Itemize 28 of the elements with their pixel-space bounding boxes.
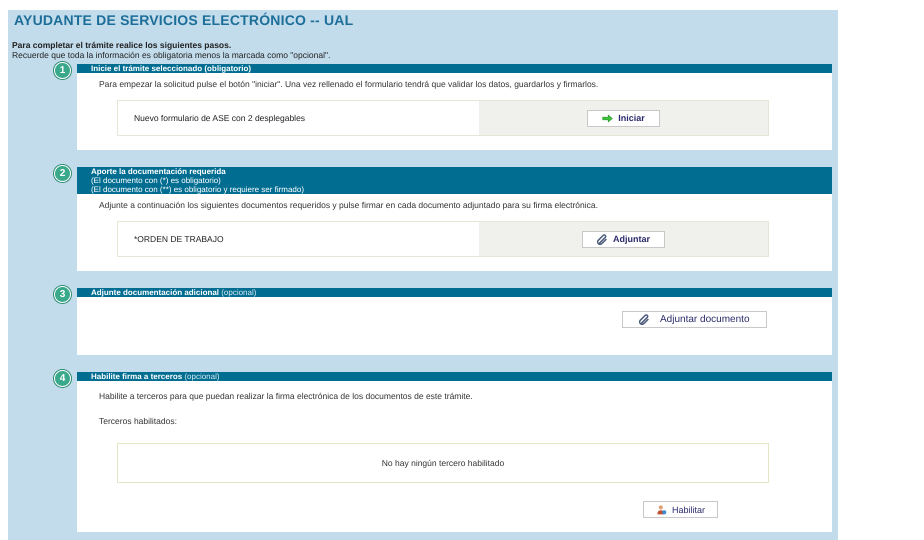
enable-button[interactable]: Habilitar <box>643 501 718 518</box>
step-description: Terceros habilitados: <box>98 415 178 428</box>
intro-text: Para completar el trámite realice los siguientes pasos. <box>12 40 232 50</box>
step-description: Adjunte a continuación los siguientes documentos requeridos y pulse firmar en cada documento adjuntado para su firma electrónica. <box>98 199 599 212</box>
step-number-badge: 1 <box>54 62 71 79</box>
person-icon <box>656 504 667 515</box>
start-button[interactable]: Iniciar <box>587 110 660 126</box>
page-title: AYUDANTE DE SERVICIOS ELECTRÓNICO -- UAL <box>13 11 354 28</box>
paperclip-icon <box>597 234 608 244</box>
step-note: (El documento con (**) es obligatorio y requiere ser firmado) <box>91 185 305 194</box>
step-title: Habilite firma a terceros (opcional) <box>91 372 221 381</box>
step-title: Adjunte documentación adicional (opcional) <box>91 288 258 297</box>
step-note: (El documento con (*) es obligatorio) <box>91 176 222 185</box>
step-number-badge: 3 <box>54 286 71 303</box>
attach-button[interactable]: Adjuntar <box>582 230 665 248</box>
step-description: Habilite a terceros para que puedan realizar la firma electrónica de los documentos de este trámite. <box>98 390 474 403</box>
arrow-icon <box>602 112 614 124</box>
step-description: Para empezar la solicitud pulse el botón "iniciar". Una vez rellenado el formulario tendrá que validar los datos, guardarlos y firmarlos. <box>98 78 600 91</box>
empty-message: No hay ningún tercero habilitado <box>382 458 504 468</box>
document-label: *ORDEN DE TRABAJO <box>133 233 225 246</box>
paperclip-icon <box>639 314 650 325</box>
intro-text: Recuerde que toda la información es obligatoria menos la marcada como "opcional". <box>12 50 332 60</box>
step-title: Aporte la documentación requerida <box>91 167 227 176</box>
step-number-badge: 2 <box>54 165 71 182</box>
step-number-badge: 4 <box>54 370 71 387</box>
attach-button[interactable]: Adjuntar documento <box>622 311 767 328</box>
step-title: Inicie el trámite seleccionado (obligatorio) <box>91 64 252 73</box>
document-label: Nuevo formulario de ASE con 2 desplegables <box>133 112 306 125</box>
